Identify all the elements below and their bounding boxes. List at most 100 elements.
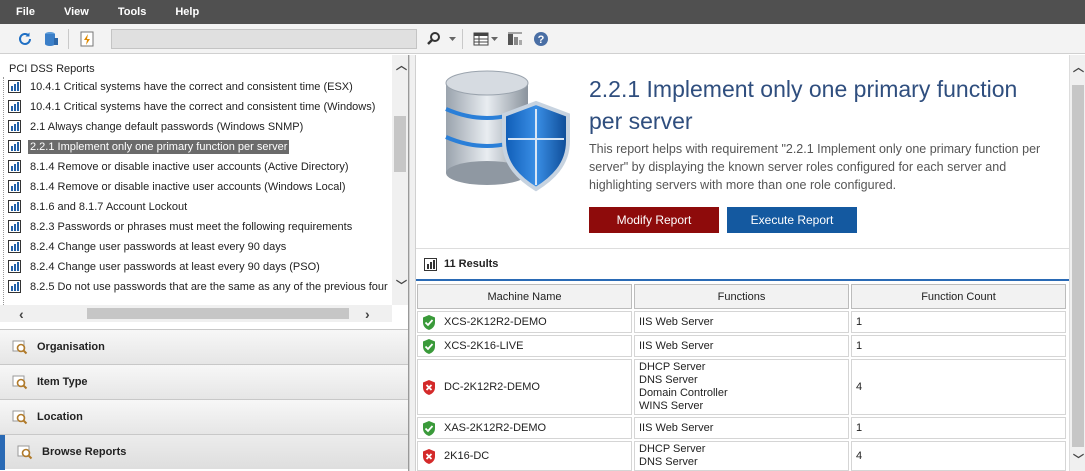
toolbar-separator bbox=[68, 29, 69, 49]
chevron-down-icon[interactable] bbox=[489, 30, 499, 48]
report-chart-icon bbox=[8, 100, 21, 113]
column-header-machine-name[interactable]: Machine Name bbox=[417, 284, 632, 309]
tree-item-label: 10.4.1 Critical systems have the correct… bbox=[30, 80, 353, 93]
search-input[interactable] bbox=[111, 29, 417, 49]
execute-report-button[interactable]: Execute Report bbox=[727, 207, 857, 233]
accordion-organisation[interactable]: Organisation bbox=[0, 329, 408, 364]
accordion-browse-reports[interactable]: Browse Reports bbox=[0, 434, 408, 470]
tree-item[interactable]: 8.2.4 Change user passwords at least eve… bbox=[8, 238, 288, 255]
menu-bar: File View Tools Help bbox=[0, 0, 1085, 24]
check-shield-icon bbox=[422, 314, 436, 330]
report-chart-icon bbox=[8, 220, 21, 233]
function-item: DNS Server bbox=[639, 456, 698, 468]
column-header-functions[interactable]: Functions bbox=[634, 284, 849, 309]
tree-item[interactable]: 8.1.6 and 8.1.7 Account Lockout bbox=[8, 198, 189, 215]
function-item: IIS Web Server bbox=[639, 339, 714, 352]
scroll-thumb[interactable] bbox=[87, 308, 349, 319]
functions-cell: DHCP Server DNS Server bbox=[634, 441, 849, 471]
table-row[interactable]: 2K16-DC DHCP Server DNS Server 4 bbox=[417, 441, 1066, 471]
results-header: 11 Results bbox=[416, 248, 1069, 281]
tree-title: PCI DSS Reports bbox=[9, 63, 95, 75]
tree-item-label: 8.2.4 Change user passwords at least eve… bbox=[30, 260, 320, 273]
tree-item-label: 8.1.4 Remove or disable inactive user ac… bbox=[30, 180, 346, 193]
scroll-up-icon[interactable]: ︿ bbox=[1073, 59, 1084, 75]
functions-cell: IIS Web Server bbox=[634, 311, 849, 333]
organisation-search-icon bbox=[12, 339, 28, 355]
tree-item[interactable]: 2.1 Always change default passwords (Win… bbox=[8, 118, 305, 135]
report-chart-icon bbox=[8, 180, 21, 193]
tree-item[interactable]: 8.1.4 Remove or disable inactive user ac… bbox=[8, 178, 347, 195]
toolbar-separator bbox=[462, 29, 463, 49]
tree-item[interactable]: 8.2.5 Do not use passwords that are the … bbox=[8, 278, 390, 295]
functions-cell: IIS Web Server bbox=[634, 335, 849, 357]
item-type-search-icon bbox=[12, 374, 28, 390]
report-chart-icon bbox=[8, 140, 21, 153]
accordion-label: Browse Reports bbox=[42, 446, 127, 458]
scroll-left-icon[interactable]: ‹ bbox=[19, 306, 24, 322]
report-vertical-scrollbar[interactable]: ︿ ﹀ bbox=[1069, 55, 1085, 471]
functions-cell: DHCP Server DNS Server Domain Controller WI… bbox=[634, 359, 849, 415]
menu-view[interactable]: View bbox=[48, 6, 102, 18]
svg-text:?: ? bbox=[538, 34, 545, 46]
accordion-label: Item Type bbox=[37, 376, 88, 388]
columns-icon[interactable] bbox=[472, 30, 490, 48]
table-row[interactable]: XCS-2K16-LIVE IIS Web Server 1 bbox=[417, 335, 1066, 357]
accordion-label: Organisation bbox=[37, 341, 105, 353]
table-row[interactable]: XAS-2K12R2-DEMO IIS Web Server 1 bbox=[417, 417, 1066, 439]
report-header: 2.2.1 Implement only one primary functio… bbox=[416, 55, 1069, 247]
tree-vertical-scrollbar[interactable]: ︿ ﹀ bbox=[392, 55, 408, 305]
tree-item[interactable]: 8.2.3 Passwords or phrases must meet the… bbox=[8, 218, 354, 235]
database-icon[interactable] bbox=[42, 30, 60, 48]
active-indicator bbox=[0, 435, 5, 470]
machine-name: XAS-2K12R2-DEMO bbox=[444, 422, 547, 434]
tree-item[interactable]: 8.2.4 Change user passwords at least eve… bbox=[8, 258, 322, 275]
chevron-down-icon[interactable] bbox=[447, 30, 457, 48]
function-count-cell: 1 bbox=[851, 335, 1066, 357]
modify-report-button[interactable]: Modify Report bbox=[589, 207, 719, 233]
report-chart-icon bbox=[8, 80, 21, 93]
tree-item[interactable]: 2.2.1 Implement only one primary functio… bbox=[8, 138, 290, 155]
accordion-item-type[interactable]: Item Type bbox=[0, 364, 408, 399]
database-shield-icon bbox=[445, 70, 570, 192]
report-chart-icon bbox=[8, 240, 21, 253]
flash-report-icon[interactable] bbox=[78, 30, 96, 48]
table-row[interactable]: DC-2K12R2-DEMO DHCP Server DNS Server Domai… bbox=[417, 359, 1066, 415]
tree-item[interactable]: 8.1.4 Remove or disable inactive user ac… bbox=[8, 158, 351, 175]
scroll-up-icon[interactable]: ︿ bbox=[396, 57, 407, 73]
menu-file[interactable]: File bbox=[0, 6, 48, 18]
function-item: IIS Web Server bbox=[639, 421, 714, 434]
function-item: IIS Web Server bbox=[639, 315, 714, 328]
refresh-icon[interactable] bbox=[16, 30, 34, 48]
report-chart-icon bbox=[424, 257, 437, 271]
tree-item-label: 8.1.4 Remove or disable inactive user ac… bbox=[30, 160, 349, 173]
report-chart-icon bbox=[8, 200, 21, 213]
tree-horizontal-scrollbar[interactable]: ‹ › bbox=[0, 305, 392, 322]
machine-name: XCS-2K16-LIVE bbox=[444, 340, 524, 352]
scroll-right-icon[interactable]: › bbox=[365, 306, 370, 322]
scroll-down-icon[interactable]: ﹀ bbox=[396, 277, 407, 293]
tree-item-label: 8.2.5 Do not use passwords that are the … bbox=[30, 280, 388, 293]
search-icon[interactable] bbox=[425, 30, 443, 48]
report-description: This report helps with requirement "2.2.… bbox=[589, 142, 1041, 192]
function-item: DHCP Server bbox=[639, 443, 706, 455]
scroll-thumb[interactable] bbox=[1072, 85, 1084, 447]
machine-name: XCS-2K12R2-DEMO bbox=[444, 316, 547, 328]
help-icon[interactable]: ? bbox=[532, 30, 550, 48]
tree-item[interactable]: 10.4.1 Critical systems have the correct… bbox=[8, 78, 355, 95]
error-shield-icon bbox=[422, 448, 436, 464]
menu-tools[interactable]: Tools bbox=[102, 6, 160, 18]
column-header-function-count[interactable]: Function Count bbox=[851, 284, 1066, 309]
error-shield-icon bbox=[422, 379, 436, 395]
function-count-cell: 4 bbox=[851, 359, 1066, 415]
function-count-cell: 1 bbox=[851, 417, 1066, 439]
function-item: Domain Controller bbox=[639, 387, 728, 399]
tree-item[interactable]: 10.4.1 Critical systems have the correct… bbox=[8, 98, 377, 115]
toolbar: ? bbox=[0, 24, 1085, 54]
filter-icon[interactable] bbox=[506, 30, 524, 48]
scroll-thumb[interactable] bbox=[394, 116, 406, 172]
accordion-location[interactable]: Location bbox=[0, 399, 408, 434]
menu-help[interactable]: Help bbox=[159, 6, 212, 18]
function-item: WINS Server bbox=[639, 400, 704, 412]
table-row[interactable]: XCS-2K12R2-DEMO IIS Web Server 1 bbox=[417, 311, 1066, 333]
scroll-down-icon[interactable]: ﹀ bbox=[1073, 451, 1084, 467]
